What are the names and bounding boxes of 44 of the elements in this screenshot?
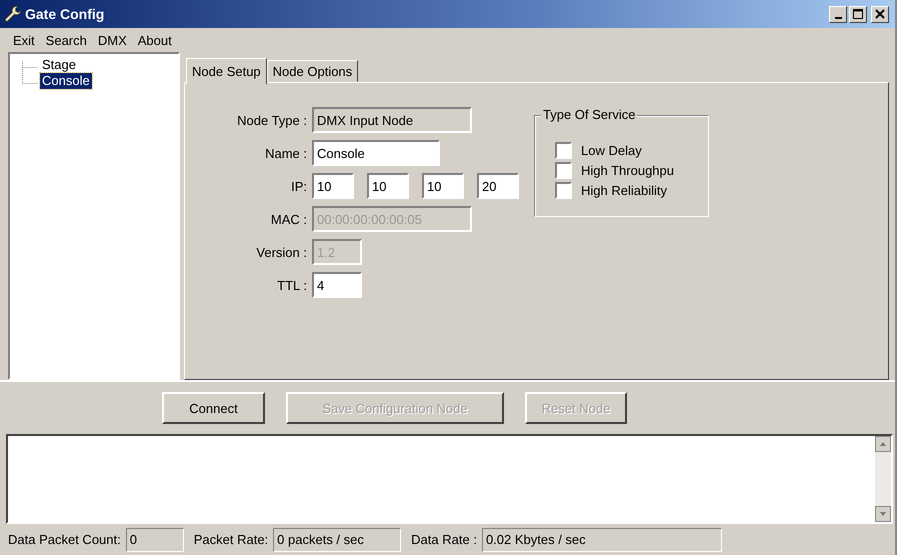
maximize-icon bbox=[853, 9, 863, 19]
status-value: 0.02 Kbytes / sec bbox=[482, 528, 722, 552]
field-label: Version : bbox=[255, 244, 307, 260]
tree-item[interactable]: Stage bbox=[40, 57, 78, 73]
field-label: Node Type : bbox=[236, 112, 307, 128]
input-field[interactable]: 10 bbox=[312, 173, 354, 199]
field-label: TTL : bbox=[276, 278, 307, 292]
field-label: MAC : bbox=[270, 212, 307, 226]
checkbox-label: High Reliability bbox=[581, 183, 667, 198]
status-value: 0 packets / sec bbox=[273, 528, 402, 552]
field-label: Name : bbox=[264, 146, 307, 160]
wrench-icon bbox=[4, 5, 22, 23]
checkbox[interactable] bbox=[555, 142, 572, 159]
close-button[interactable] bbox=[871, 6, 889, 22]
tab[interactable]: Node Options bbox=[266, 60, 358, 82]
maximize-button[interactable] bbox=[849, 6, 867, 22]
tab[interactable]: Node Setup bbox=[186, 58, 267, 84]
menu-item[interactable]: About bbox=[138, 32, 172, 48]
checkbox[interactable] bbox=[555, 182, 572, 199]
status-value: 0 bbox=[126, 528, 184, 552]
input-field[interactable]: 4 bbox=[312, 272, 362, 298]
field-label: IP: bbox=[290, 178, 307, 194]
checkbox-label: Low Delay bbox=[581, 143, 642, 158]
input-field[interactable]: Console bbox=[312, 140, 440, 166]
input-field[interactable]: 20 bbox=[477, 173, 519, 199]
menu-item[interactable]: Exit bbox=[13, 32, 35, 48]
menu-item[interactable]: DMX bbox=[98, 32, 127, 48]
input-field[interactable]: DMX Input Node bbox=[312, 107, 472, 133]
input-field[interactable]: 10 bbox=[422, 173, 464, 199]
scrollbar[interactable] bbox=[875, 436, 891, 522]
group-title: Type Of Service bbox=[541, 107, 638, 122]
checkbox-label: High Throughpu bbox=[581, 163, 674, 178]
tree-item[interactable]: Console bbox=[40, 73, 92, 89]
action-button[interactable]: Connect bbox=[162, 392, 265, 424]
input-field[interactable]: 10 bbox=[367, 173, 409, 199]
status-label: Data Rate : bbox=[411, 532, 477, 547]
checkbox[interactable] bbox=[555, 162, 572, 179]
status-label: Data Packet Count: bbox=[8, 532, 121, 547]
close-icon bbox=[875, 9, 885, 19]
minimize-button[interactable] bbox=[829, 6, 847, 22]
menu-item[interactable]: Search bbox=[46, 32, 87, 48]
minimize-icon bbox=[834, 16, 842, 18]
status-label: Packet Rate: bbox=[194, 532, 268, 547]
window-title: Gate Config bbox=[25, 6, 104, 22]
